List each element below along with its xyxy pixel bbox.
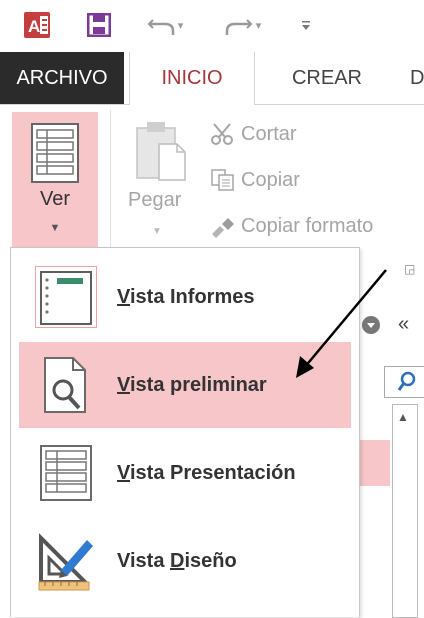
nav-scrollbar[interactable] bbox=[392, 404, 418, 618]
ver-label: Ver bbox=[39, 188, 71, 210]
customize-toolbar-icon[interactable] bbox=[296, 10, 316, 40]
report-view-icon bbox=[35, 266, 97, 328]
copiar-button[interactable]: Copiar bbox=[205, 164, 300, 196]
cortar-button[interactable]: Cortar bbox=[205, 118, 297, 150]
redo-icon[interactable]: ▾ bbox=[218, 10, 268, 40]
collapse-pane-icon[interactable]: « bbox=[398, 313, 409, 336]
dialog-launcher-icon[interactable]: ◲ bbox=[404, 262, 415, 276]
chevron-down-icon: ▼ bbox=[152, 226, 162, 237]
pegar-label[interactable]: Pegar bbox=[128, 189, 181, 212]
menu-item-vista-diseno[interactable]: Vista Diseño bbox=[19, 518, 351, 604]
access-logo-icon[interactable]: A bbox=[22, 10, 52, 40]
menu-item-vista-preliminar[interactable]: Vista preliminar bbox=[19, 342, 351, 428]
layout-view-icon bbox=[40, 445, 92, 501]
cortar-label: Cortar bbox=[241, 122, 297, 145]
scissors-icon bbox=[205, 122, 241, 146]
format-painter-icon bbox=[205, 214, 241, 238]
copiar-formato-label: Copiar formato bbox=[241, 214, 374, 237]
copiar-formato-button[interactable]: Copiar formato bbox=[205, 210, 373, 242]
tab-crear[interactable]: CREAR bbox=[262, 52, 392, 104]
menu-item-label: Vista preliminar bbox=[117, 374, 267, 396]
scroll-up-icon[interactable]: ▲ bbox=[397, 410, 409, 424]
tab-archivo[interactable]: ARCHIVO bbox=[0, 52, 124, 104]
chevron-down-icon: ▼ bbox=[49, 222, 61, 234]
menu-item-label: Vista Diseño bbox=[117, 550, 237, 572]
copiar-label: Copiar bbox=[241, 168, 300, 191]
copy-icon bbox=[205, 168, 241, 192]
group-separator bbox=[110, 110, 111, 250]
ver-button[interactable] bbox=[12, 112, 98, 260]
tab-partial[interactable]: D bbox=[410, 52, 424, 104]
menu-item-vista-presentacion[interactable]: Vista Presentación bbox=[19, 430, 351, 516]
menu-item-label: Vista Informes bbox=[117, 286, 255, 308]
tab-inicio[interactable]: INICIO bbox=[129, 52, 255, 105]
undo-icon[interactable]: ▾ bbox=[140, 10, 190, 40]
nav-menu-dropdown-icon[interactable] bbox=[362, 316, 380, 334]
nav-search-input[interactable] bbox=[384, 366, 424, 398]
quick-access-toolbar: A ▾ ▾ bbox=[0, 0, 424, 52]
ver-dropdown-menu: Vista Informes Vista preliminar Vista Pr… bbox=[10, 247, 360, 617]
view-grid-icon bbox=[31, 123, 79, 183]
save-icon[interactable] bbox=[84, 10, 114, 40]
search-icon bbox=[397, 371, 416, 391]
paste-icon[interactable] bbox=[133, 118, 193, 193]
ribbon-tab-bar: ARCHIVO INICIO CREAR D bbox=[0, 52, 424, 105]
svg-text:A: A bbox=[28, 17, 40, 36]
menu-item-label: Vista Presentación bbox=[117, 462, 296, 484]
print-preview-icon bbox=[44, 357, 86, 413]
menu-item-vista-informes[interactable]: Vista Informes bbox=[19, 254, 351, 340]
design-view-icon bbox=[38, 533, 93, 591]
